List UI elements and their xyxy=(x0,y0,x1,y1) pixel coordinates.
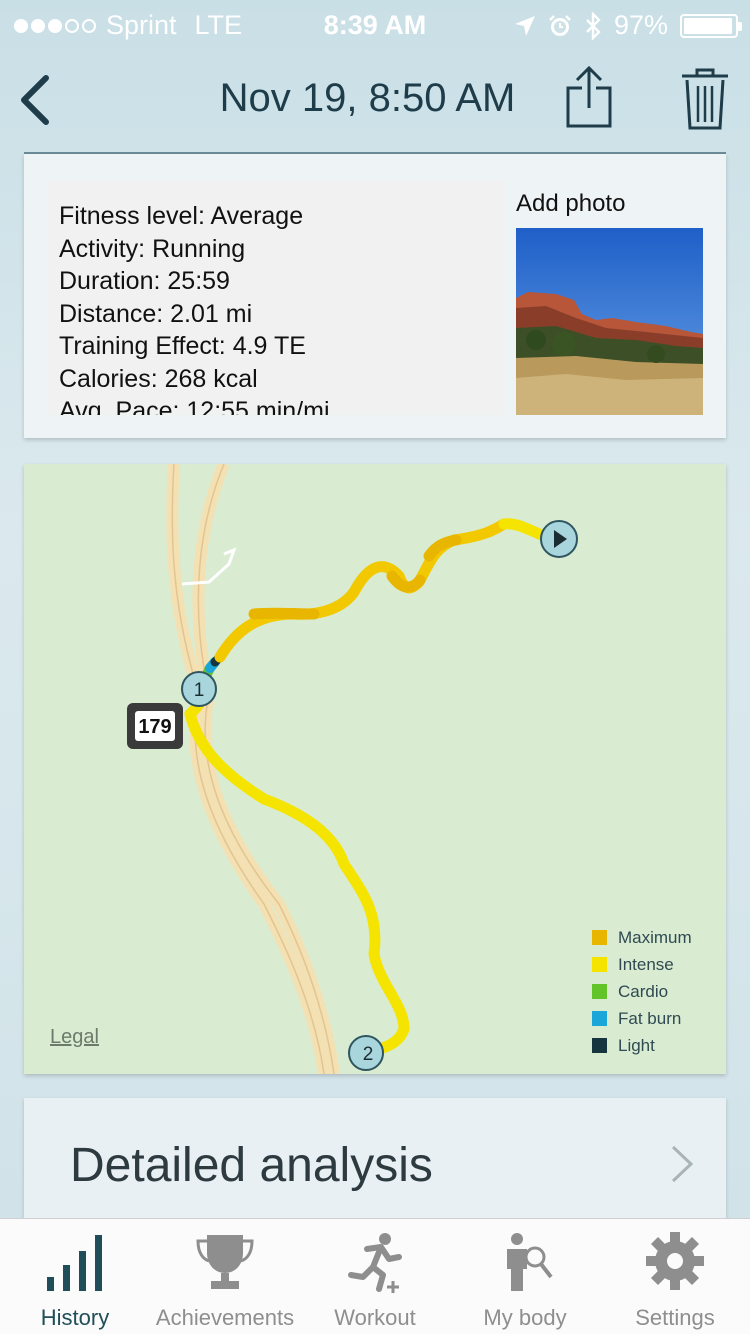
workout-runner-icon xyxy=(348,1233,402,1293)
stat-duration: Duration: 25:59 xyxy=(59,267,230,295)
map-legal-link[interactable]: Legal xyxy=(50,1026,99,1049)
legend-swatch xyxy=(592,930,607,945)
legend-swatch xyxy=(592,1038,607,1053)
location-arrow-icon xyxy=(514,15,535,36)
stat-distance: Distance: 2.01 mi xyxy=(59,299,253,328)
tab-label: History xyxy=(40,1305,110,1330)
tab-settings[interactable]: Settings xyxy=(600,1219,750,1334)
body-scale-icon xyxy=(507,1233,553,1291)
tab-bar: History Achievements Workout My body Set… xyxy=(0,1218,750,1334)
page-title: Nov 19, 8:50 AM xyxy=(219,76,516,120)
legend-swatch xyxy=(592,1011,607,1026)
tab-my-body[interactable]: My body xyxy=(450,1219,600,1334)
legend-item-intense: Intense xyxy=(592,951,692,978)
chevron-right-icon xyxy=(671,1145,694,1183)
stat-fitness-level: Fitness level: Average xyxy=(59,202,304,230)
trash-icon[interactable] xyxy=(678,66,732,132)
battery-icon xyxy=(680,13,742,38)
legend-item-fat-burn: Fat burn xyxy=(592,1005,692,1032)
stat-avg-pace: Avg. Pace: 12:55 min/mi xyxy=(59,397,330,415)
svg-text:1: 1 xyxy=(194,680,205,701)
stat-activity: Activity: Running xyxy=(59,234,246,263)
route-start-play-icon[interactable] xyxy=(540,520,578,558)
stat-calories: Calories: 268 kcal xyxy=(59,364,258,393)
history-bars-icon xyxy=(47,1235,102,1291)
detailed-analysis-label: Detailed analysis xyxy=(70,1139,433,1192)
battery-percent: 97% xyxy=(613,10,668,40)
road-sign-179: 179 xyxy=(127,703,183,749)
nav-bar: Nov 19, 8:50 AM xyxy=(0,50,750,150)
svg-text:2: 2 xyxy=(363,1044,374,1065)
bluetooth-icon xyxy=(586,11,601,40)
trophy-icon xyxy=(196,1235,254,1289)
tab-label: Settings xyxy=(635,1305,715,1330)
legend-swatch xyxy=(592,984,607,999)
workout-photo[interactable] xyxy=(516,228,703,415)
status-right: 97% xyxy=(514,10,742,41)
workout-summary-card: Fitness level: Average Activity: Running… xyxy=(24,154,726,438)
lap-marker-1[interactable]: 1 xyxy=(181,671,217,707)
workout-stats[interactable]: Fitness level: Average Activity: Running… xyxy=(47,181,505,415)
alarm-clock-icon xyxy=(549,14,571,36)
detailed-analysis-row[interactable]: Detailed analysis xyxy=(24,1098,726,1228)
tab-label: Achievements xyxy=(155,1305,295,1330)
share-icon[interactable] xyxy=(560,64,618,130)
status-bar: Sprint LTE 8:39 AM 97% xyxy=(0,0,750,50)
intensity-legend: Maximum Intense Cardio Fat burn Light xyxy=(592,924,692,1059)
gear-icon xyxy=(646,1232,704,1290)
tab-achievements[interactable]: Achievements xyxy=(150,1219,300,1334)
tab-label: Workout xyxy=(334,1305,416,1330)
route-map[interactable]: 179 1 2 Maximum Intense Cardio Fat burn … xyxy=(24,464,726,1074)
road-sign-label: 179 xyxy=(138,716,171,738)
legend-item-maximum: Maximum xyxy=(592,924,692,951)
stat-training-effect: Training Effect: 4.9 TE xyxy=(59,332,306,360)
legend-item-light: Light xyxy=(592,1032,692,1059)
tab-workout[interactable]: Workout xyxy=(300,1219,450,1334)
lap-marker-2[interactable]: 2 xyxy=(348,1035,384,1071)
legend-swatch xyxy=(592,957,607,972)
add-photo-label[interactable]: Add photo xyxy=(516,190,625,218)
tab-history[interactable]: History xyxy=(0,1219,150,1334)
legend-item-cardio: Cardio xyxy=(592,978,692,1005)
tab-label: My body xyxy=(483,1305,567,1330)
